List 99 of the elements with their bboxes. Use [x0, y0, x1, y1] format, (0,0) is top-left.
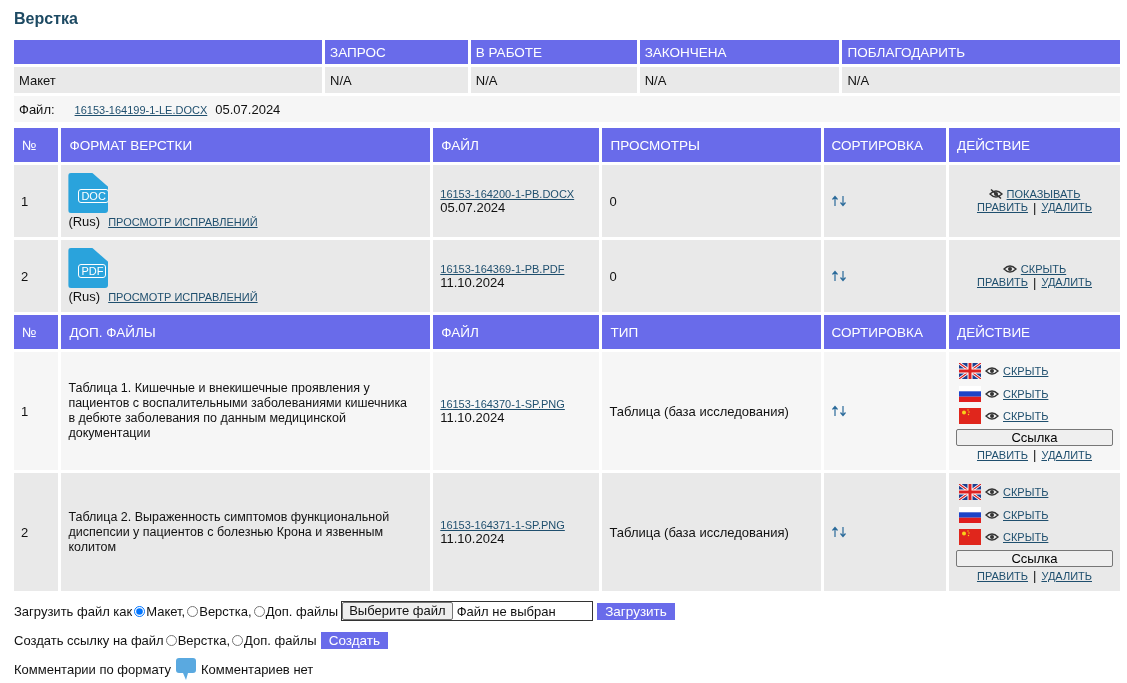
separator: |: [1033, 568, 1037, 584]
hide-link[interactable]: СКРЫТЬ: [1003, 508, 1049, 521]
hide-link[interactable]: СКРЫТЬ: [1003, 365, 1049, 377]
edit-link[interactable]: ПРАВИТЬ: [977, 448, 1028, 461]
delete-link[interactable]: УДАЛИТЬ: [1041, 569, 1092, 582]
edit-link[interactable]: ПРАВИТЬ: [977, 276, 1028, 288]
china-flag-icon: [959, 529, 981, 545]
create-link-label: Создать ссылку на файл: [14, 632, 164, 648]
column-header: СОРТИРОВКА: [823, 128, 946, 162]
hide-link[interactable]: СКРЫТЬ: [1003, 531, 1049, 543]
file-date: 11.10.2024: [440, 530, 506, 546]
china-flag-icon: [959, 408, 981, 424]
separator: |: [1033, 274, 1037, 290]
column-header: ФАЙЛ: [433, 128, 600, 162]
table-cell: Таблица 1. Кишечные и внекишечные проявления у пациентов с воспалительными заболеваниями кишечника в дебюте заболевания по данным медицинской документации: [61, 352, 431, 470]
file-link[interactable]: 16153-164371-1-SP.PNG: [440, 518, 593, 531]
comments-text: Комментариев нет: [201, 661, 314, 677]
column-header: СОРТИРОВКА: [823, 315, 946, 349]
speech-bubble-icon: [175, 657, 197, 681]
view-changes-link[interactable]: ПРОСМОТР ИСПРАВЛЕНИЙ: [108, 216, 258, 228]
radio-button[interactable]: [187, 605, 199, 617]
delete-link[interactable]: УДАЛИТЬ: [1041, 276, 1092, 288]
table-cell: N/A: [842, 67, 1120, 93]
column-header: ДЕЙСТВИЕ: [949, 315, 1120, 349]
file-date: 11.10.2024: [440, 274, 506, 290]
language-label: (Rus): [68, 289, 101, 304]
table-cell: N/A: [470, 67, 637, 93]
column-header: В РАБОТЕ: [470, 40, 637, 64]
table-cell: 0: [602, 165, 821, 237]
table-cell: 1: [14, 352, 59, 470]
hide-link[interactable]: СКРЫТЬ: [1003, 486, 1049, 498]
column-header: ПРОСМОТРЫ: [602, 128, 821, 162]
radio-button[interactable]: [165, 634, 177, 646]
table-cell: 1: [14, 165, 59, 237]
column-header: ДОП. ФАЙЛЫ: [61, 315, 431, 349]
radio-label: Верстка,: [177, 632, 231, 648]
column-header: ЗАПРОС: [325, 40, 468, 64]
radio-label: Макет,: [146, 603, 186, 619]
table-cell: Таблица (база исследования): [602, 473, 821, 591]
sort-arrows-icon: [830, 270, 847, 282]
table-cell: Таблица (база исследования): [602, 352, 821, 470]
uk-flag-icon: [959, 484, 981, 500]
column-header: ДЕЙСТВИЕ: [949, 128, 1120, 162]
view-changes-link[interactable]: ПРОСМОТР ИСПРАВЛЕНИЙ: [108, 291, 258, 303]
delete-link[interactable]: УДАЛИТЬ: [1041, 201, 1092, 213]
column-header: ПОБЛАГОДАРИТЬ: [842, 40, 1120, 64]
table-cell: Макет: [14, 67, 322, 93]
russia-flag-icon: [959, 385, 981, 402]
file-input[interactable]: Выберите файл Файл не выбран: [341, 601, 594, 621]
file-date: 11.10.2024: [440, 409, 506, 425]
column-header: №: [14, 315, 59, 349]
delete-link[interactable]: УДАЛИТЬ: [1041, 448, 1092, 461]
file-label: Файл:: [19, 101, 55, 117]
column-header: №: [14, 128, 59, 162]
table-cell: 2: [14, 240, 59, 312]
uk-flag-icon: [959, 363, 981, 379]
table-cell: 0: [602, 240, 821, 312]
separator: |: [1033, 447, 1037, 463]
table-cell: Таблица 2. Выраженность симптомов функциональной диспепсии у пациентов с болезнью Крона и язвенным колитом: [61, 473, 431, 591]
sort-arrows-icon: [830, 405, 847, 417]
table-cell: N/A: [639, 67, 840, 93]
separator: |: [1033, 199, 1037, 215]
radio-label: Верстка,: [199, 603, 252, 619]
table-cell: 2: [14, 473, 59, 591]
file-link[interactable]: 16153-164200-1-PB.DOCX: [440, 187, 593, 200]
column-header: ФОРМАТ ВЕРСТКИ: [61, 128, 431, 162]
file-date: 05.07.2024: [440, 199, 507, 215]
show-link[interactable]: ПОКАЗЫВАТЬ: [1006, 187, 1081, 200]
link-button[interactable]: Ссылка: [956, 550, 1113, 568]
sort-arrows-icon: [830, 195, 847, 207]
radio-button[interactable]: [134, 605, 146, 617]
create-button[interactable]: Создать: [320, 631, 388, 649]
page-title: Верстка: [14, 10, 79, 28]
file-type-icon: DOC: [68, 173, 109, 213]
sort-arrows-icon: [830, 526, 847, 538]
upload-button[interactable]: Загрузить: [597, 602, 675, 620]
file-type-icon: PDF: [68, 248, 109, 288]
russia-flag-icon: [959, 506, 981, 523]
column-header: ЗАКОНЧЕНА: [639, 40, 840, 64]
file-link[interactable]: 16153-164369-1-PB.PDF: [440, 262, 593, 275]
hide-link[interactable]: СКРЫТЬ: [1003, 410, 1049, 422]
radio-button[interactable]: [232, 634, 244, 646]
file-link[interactable]: 16153-164199-1-LE.DOCX: [74, 103, 208, 116]
hide-link[interactable]: СКРЫТЬ: [1020, 262, 1067, 275]
file-date: 05.07.2024: [215, 101, 281, 117]
link-button[interactable]: Ссылка: [956, 429, 1113, 447]
edit-link[interactable]: ПРАВИТЬ: [977, 569, 1028, 582]
column-header: ФАЙЛ: [433, 315, 600, 349]
radio-label: Доп. файлы: [244, 632, 317, 648]
file-link[interactable]: 16153-164370-1-SP.PNG: [440, 397, 593, 410]
radio-button[interactable]: [253, 605, 265, 617]
upload-label: Загрузить файл как: [14, 603, 133, 619]
edit-link[interactable]: ПРАВИТЬ: [977, 201, 1028, 213]
column-header: ТИП: [602, 315, 821, 349]
hide-link[interactable]: СКРЫТЬ: [1003, 387, 1049, 400]
language-label: (Rus): [68, 214, 101, 229]
table-cell: N/A: [325, 67, 468, 93]
radio-label: Доп. файлы: [265, 603, 339, 619]
comments-label: Комментарии по формату: [14, 661, 171, 677]
